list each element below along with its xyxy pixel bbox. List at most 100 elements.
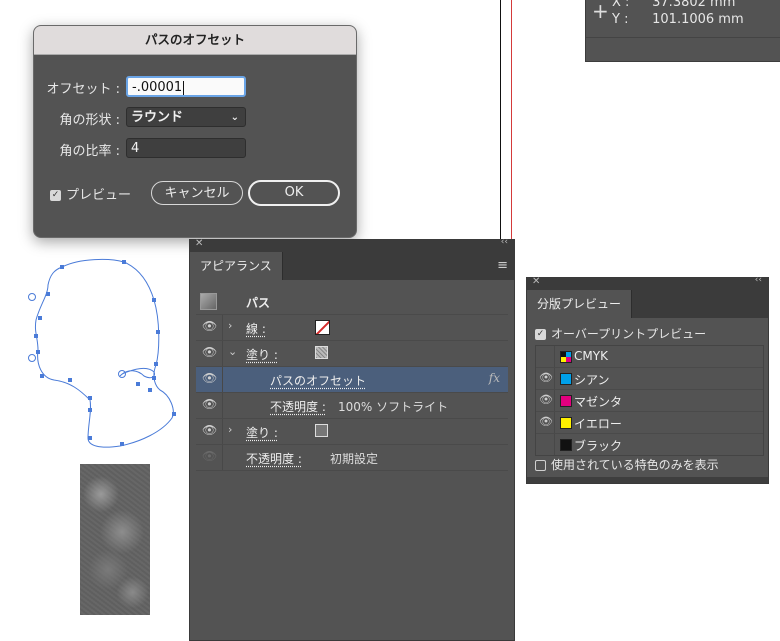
fill-label[interactable]: 塗り : xyxy=(246,424,278,441)
magenta-swatch-icon xyxy=(560,395,572,407)
fx-icon[interactable]: fx xyxy=(489,371,500,385)
appearance-tabbar: アピアランス ≡ xyxy=(190,250,514,280)
info-x-value: 37.3802 mm xyxy=(652,0,736,10)
tab-separations-preview[interactable]: 分版プレビュー xyxy=(527,290,633,318)
ink-name: イエロー xyxy=(574,417,622,431)
appearance-row-opacity-1[interactable]: 👁 不透明度 : 100% ソフトライト xyxy=(196,393,508,419)
crosshair-icon: + xyxy=(592,0,609,23)
opacity-value: 100% ソフトライト xyxy=(338,400,449,414)
collapse-icon[interactable]: ‹‹ xyxy=(501,237,508,247)
eye-icon[interactable]: 👁 xyxy=(202,423,217,437)
yellow-swatch-icon xyxy=(560,417,572,429)
ink-row-cmyk[interactable]: CMYK xyxy=(536,346,763,368)
eye-icon[interactable]: 👁 xyxy=(202,371,217,385)
eye-icon[interactable]: 👁 xyxy=(202,397,217,411)
panel-top-bar: ✕ ‹‹ xyxy=(190,237,514,250)
path-thumbnail-icon xyxy=(200,293,217,310)
appearance-row-stroke[interactable]: 👁 › 線 : xyxy=(196,315,508,341)
offset-label: オフセット : xyxy=(46,82,120,97)
info-divider xyxy=(586,37,780,38)
row-divider xyxy=(222,393,223,418)
anchor-points xyxy=(34,260,176,446)
opacity-label[interactable]: 不透明度 : xyxy=(270,398,326,415)
offset-input[interactable]: -.00001 xyxy=(126,76,246,97)
cancel-button[interactable]: キャンセル xyxy=(151,181,243,205)
ink-name: マゼンタ xyxy=(574,395,623,409)
ratio-input[interactable]: 4 xyxy=(126,138,246,158)
tab-appearance[interactable]: アピアランス xyxy=(190,252,283,280)
panel-menu-icon[interactable]: ≡ xyxy=(497,258,508,273)
appearance-header-label: パス xyxy=(246,296,271,310)
ink-name: CMYK xyxy=(574,349,608,363)
fill-swatch-pattern-icon[interactable] xyxy=(315,346,328,359)
preview-label: プレビュー xyxy=(66,188,132,203)
offset-input-value: -.00001 xyxy=(132,80,183,95)
appearance-row-offset-path[interactable]: 👁 パスのオフセット fx xyxy=(196,367,508,393)
stroke-label[interactable]: 線 : xyxy=(246,320,266,337)
panel-top-bar: ✕ ‹‹ xyxy=(527,275,768,288)
eye-icon[interactable]: 👁 xyxy=(202,449,217,463)
opacity-default-value: 初期設定 xyxy=(330,452,379,466)
ratio-input-value: 4 xyxy=(131,141,140,156)
close-icon[interactable]: ✕ xyxy=(195,238,203,249)
ink-row-yellow[interactable]: 👁 イエロー xyxy=(536,412,763,434)
eye-icon[interactable]: 👁 xyxy=(538,393,554,406)
info-panel: + X : 37.3802 mm Y : 101.1006 mm xyxy=(585,0,780,62)
spot-only-label: 使用されている特色のみを表示 xyxy=(551,458,719,472)
dialog-title: パスのオフセット xyxy=(34,26,356,55)
corner-label: 角の形状 : xyxy=(59,113,120,128)
row-divider xyxy=(554,346,555,367)
texture-image[interactable] xyxy=(80,464,150,615)
fill-label[interactable]: 塗り : xyxy=(246,346,278,363)
overprint-preview-label: オーバープリントプレビュー xyxy=(551,327,707,341)
spot-only-checkbox[interactable]: 使用されている特色のみを表示 xyxy=(535,456,719,473)
checkbox-empty-icon xyxy=(535,460,546,471)
path-outline xyxy=(34,258,174,448)
ink-row-cyan[interactable]: 👁 シアン xyxy=(536,368,763,390)
info-y-row: Y : 101.1006 mm xyxy=(612,12,744,27)
overprint-preview-checkbox[interactable]: ✓ オーバープリントプレビュー xyxy=(535,325,706,342)
corner-select-value: ラウンド xyxy=(131,110,184,125)
eye-icon[interactable]: 👁 xyxy=(538,371,554,384)
offset-path-effect-label[interactable]: パスのオフセット xyxy=(270,372,366,389)
stroke-swatch-none-icon[interactable] xyxy=(315,320,330,335)
ink-row-magenta[interactable]: 👁 マゼンタ xyxy=(536,390,763,412)
panel-resize-handle[interactable] xyxy=(527,477,768,483)
row-divider xyxy=(222,341,223,366)
appearance-row-opacity-2[interactable]: 👁 不透明度 : 初期設定 xyxy=(196,445,508,471)
chevron-down-icon[interactable]: ⌄ xyxy=(228,345,237,358)
ink-row-black[interactable]: ブラック xyxy=(536,434,763,455)
info-x-label: X : xyxy=(612,0,630,10)
row-divider xyxy=(222,419,223,444)
cmyk-swatch-icon xyxy=(560,351,572,363)
info-x-row: X : 37.3802 mm xyxy=(612,0,735,10)
black-swatch-icon xyxy=(560,439,572,451)
selected-path-artwork[interactable] xyxy=(20,250,190,455)
eye-icon[interactable]: 👁 xyxy=(202,345,217,359)
chevron-right-icon[interactable]: › xyxy=(228,423,232,436)
corner-select[interactable]: ラウンド ⌄ xyxy=(126,107,246,127)
eye-icon[interactable]: 👁 xyxy=(202,319,217,333)
row-divider xyxy=(554,368,555,389)
appearance-row-fill-1[interactable]: 👁 ⌄ 塗り : xyxy=(196,341,508,367)
appearance-row-fill-2[interactable]: 👁 › 塗り : xyxy=(196,419,508,445)
opacity-label[interactable]: 不透明度 : xyxy=(246,450,302,467)
appearance-panel: ✕ ‹‹ アピアランス ≡ パス 👁 › 線 : 👁 ⌄ 塗り : 👁 パスのオ… xyxy=(189,237,515,641)
cyan-swatch-icon xyxy=(560,373,572,385)
preview-checkbox[interactable]: ✓ プレビュー xyxy=(50,184,131,203)
close-icon[interactable]: ✕ xyxy=(532,276,540,287)
row-divider xyxy=(222,445,223,470)
checkbox-checked-icon: ✓ xyxy=(535,329,546,340)
collapse-icon[interactable]: ‹‹ xyxy=(755,275,762,285)
row-divider xyxy=(554,390,555,411)
chevron-right-icon[interactable]: › xyxy=(228,319,232,332)
eye-icon[interactable]: 👁 xyxy=(538,415,554,428)
appearance-header-row[interactable]: パス xyxy=(196,289,508,315)
fill-swatch-gray-icon[interactable] xyxy=(315,424,328,437)
separations-tabbar: 分版プレビュー xyxy=(527,288,768,318)
ok-button[interactable]: OK xyxy=(248,180,340,206)
row-divider xyxy=(222,367,223,392)
row-divider xyxy=(554,434,555,455)
offset-path-dialog: パスのオフセット オフセット : -.00001 角の形状 : ラウンド ⌄ 角… xyxy=(33,25,357,238)
row-divider xyxy=(554,412,555,433)
